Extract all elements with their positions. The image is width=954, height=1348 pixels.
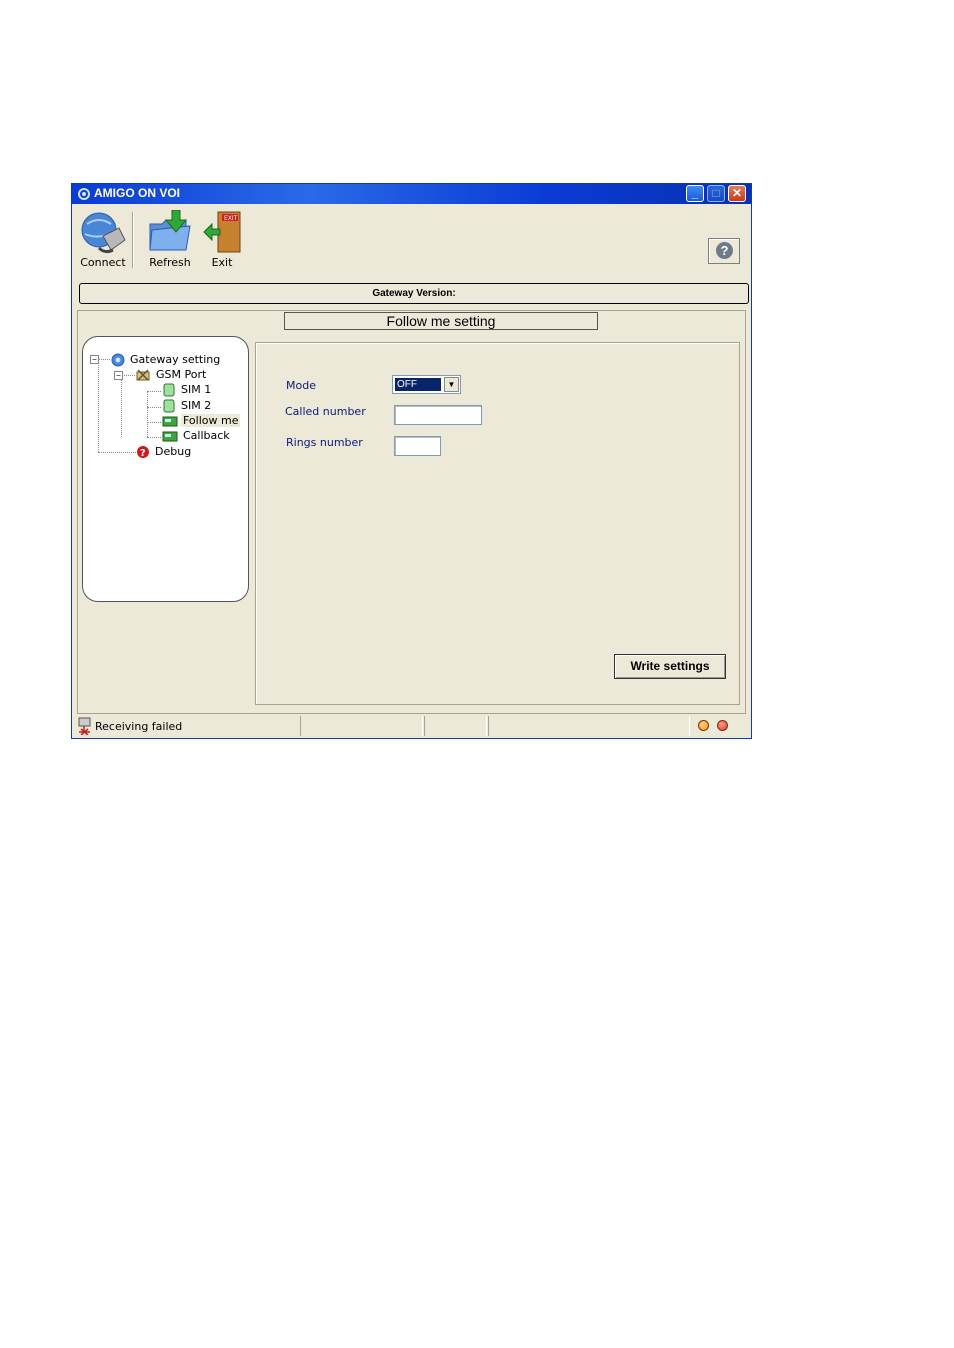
mode-select[interactable]: OFF ▼ xyxy=(392,375,461,394)
help-button[interactable]: ? xyxy=(708,238,740,264)
collapse-gsm-toggle[interactable]: − xyxy=(114,371,123,380)
close-button[interactable]: ✕ xyxy=(728,185,746,202)
status-text: Receiving failed xyxy=(95,720,183,733)
svg-text:?: ? xyxy=(140,448,146,459)
connect-icon xyxy=(81,212,126,254)
exit-button[interactable]: EXIT Exit xyxy=(197,210,247,270)
status-segment xyxy=(488,716,690,736)
status-segment xyxy=(300,716,423,736)
status-led-orange-icon xyxy=(698,720,709,731)
panel-title: Follow me setting xyxy=(284,312,598,330)
connect-button[interactable]: Connect xyxy=(78,210,128,270)
svg-text:EXIT: EXIT xyxy=(224,215,238,222)
write-settings-button[interactable]: Write settings xyxy=(614,654,726,679)
collapse-root-toggle[interactable]: − xyxy=(90,355,99,364)
callback-icon xyxy=(162,431,178,442)
called-number-field[interactable] xyxy=(394,405,482,425)
tree-item-callback[interactable]: Callback xyxy=(162,429,232,443)
tree-item-follow-me[interactable]: Follow me xyxy=(162,414,241,428)
gear-globe-icon xyxy=(111,353,125,367)
help-icon: ? xyxy=(716,242,733,259)
tree-item-sim1[interactable]: SIM 1 xyxy=(162,383,213,397)
tree-item-gsm-port[interactable]: GSM Port xyxy=(135,368,208,382)
status-led-red-icon xyxy=(717,720,728,731)
debug-question-icon: ? xyxy=(137,446,149,459)
rings-number-label: Rings number xyxy=(286,436,363,449)
maximize-button[interactable]: □ xyxy=(707,185,725,202)
title-bar[interactable]: AMIGO ON VOI _ □ ✕ xyxy=(72,184,751,204)
network-status-icon xyxy=(78,717,91,735)
app-gear-icon xyxy=(78,188,90,200)
exit-door-icon: EXIT xyxy=(203,211,241,253)
tree-item-gateway-setting[interactable]: Gateway setting xyxy=(111,353,222,367)
folder-refresh-icon xyxy=(149,209,191,251)
tree-item-debug[interactable]: ? Debug xyxy=(136,445,193,459)
connect-label: Connect xyxy=(80,256,126,269)
gateway-version-bar: Gateway Version: xyxy=(79,283,749,304)
refresh-label: Refresh xyxy=(149,256,191,269)
sim-card-icon xyxy=(163,399,175,413)
gsm-port-icon xyxy=(136,369,150,381)
chevron-down-icon[interactable]: ▼ xyxy=(444,377,459,392)
follow-me-form-panel xyxy=(255,342,740,705)
mode-label: Mode xyxy=(286,379,316,392)
toolbar-separator xyxy=(132,212,134,268)
tree-item-sim2[interactable]: SIM 2 xyxy=(162,399,213,413)
phone-forward-icon xyxy=(162,416,178,427)
status-segment xyxy=(424,716,487,736)
called-number-label: Called number xyxy=(285,405,366,418)
rings-number-field[interactable] xyxy=(394,436,441,456)
sim-card-icon xyxy=(163,383,175,397)
settings-tree: − Gateway setting − GSM Port SIM 1 SIM 2… xyxy=(82,336,249,602)
refresh-button[interactable]: Refresh xyxy=(145,209,195,270)
status-bar: Receiving failed xyxy=(72,714,751,738)
app-window: AMIGO ON VOI _ □ ✕ Connect Refresh EXIT … xyxy=(71,183,752,739)
minimize-button[interactable]: _ xyxy=(686,185,704,202)
mode-select-value: OFF xyxy=(394,377,442,392)
exit-label: Exit xyxy=(211,256,233,269)
window-title: AMIGO ON VOI xyxy=(94,186,181,200)
